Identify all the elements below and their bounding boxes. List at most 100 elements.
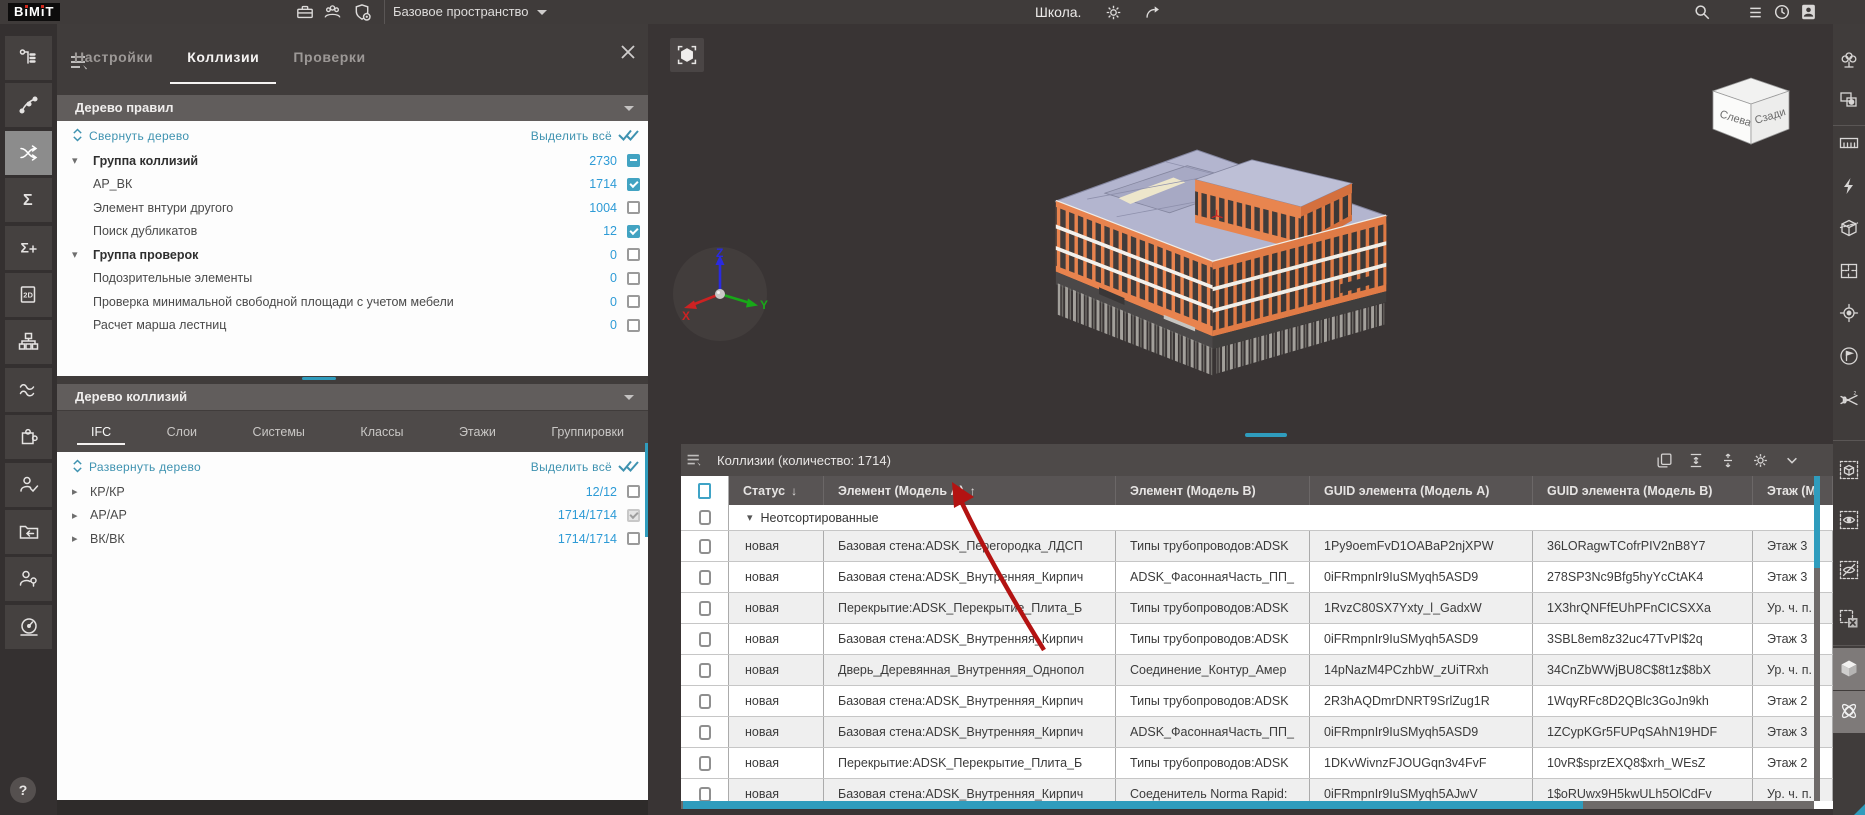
col-guid-a-header[interactable]: GUID элемента (Модель А) — [1310, 476, 1533, 505]
select-all-checkbox[interactable] — [698, 483, 711, 499]
section-cut-button[interactable]: 2 — [1839, 390, 1859, 410]
collapse-tree-link[interactable]: Свернуть дерево — [72, 128, 189, 143]
settings-gear-icon[interactable] — [1103, 3, 1123, 21]
node-checkbox[interactable] — [627, 509, 640, 522]
collisions-button[interactable] — [5, 131, 52, 175]
caret-icon[interactable]: ▸ — [72, 509, 90, 522]
rule-checkbox[interactable] — [627, 178, 640, 191]
group-row[interactable]: ▾Неотсортированные — [681, 505, 1833, 531]
rule-tree-row[interactable]: Элемент внтури другого1004 — [57, 196, 648, 220]
select-all-link[interactable]: Выделить всё — [531, 128, 640, 143]
table-row[interactable]: новаяБазовая стена:ADSK_Внутренняя_Кирпи… — [681, 686, 1833, 717]
table-row[interactable]: новаяБазовая стена:ADSK_Внутренняя_Кирпи… — [681, 717, 1833, 748]
rule-checkbox[interactable] — [627, 295, 640, 308]
building-model[interactable] — [1048, 120, 1401, 385]
col-checkbox-cell[interactable] — [681, 655, 729, 685]
collapse-panel-icon[interactable] — [1779, 448, 1805, 472]
caret-icon[interactable]: ▾ — [747, 511, 753, 524]
col-guid-b-header[interactable]: GUID элемента (Модель B) — [1533, 476, 1753, 505]
rule-checkbox[interactable] — [627, 272, 640, 285]
col-checkbox-cell[interactable] — [681, 686, 729, 716]
orbit-button[interactable] — [1839, 701, 1859, 721]
col-checkbox-header[interactable] — [681, 476, 729, 505]
copy-icon[interactable] — [1651, 448, 1677, 472]
bimit-logo[interactable]: BiMiT — [8, 3, 60, 21]
table-row[interactable]: новаяПерекрытие:ADSK_Перекрытие_Плита_БТ… — [681, 748, 1833, 779]
2d-view-button[interactable]: 2D — [5, 273, 52, 317]
vertical-scrollbar[interactable] — [1814, 476, 1820, 801]
hscroll-thumb[interactable] — [683, 801, 1583, 809]
col-checkbox-cell[interactable] — [681, 593, 729, 623]
tab-systems[interactable]: Системы — [239, 411, 319, 452]
view-cube-button[interactable] — [1839, 658, 1859, 678]
briefcase-icon[interactable] — [295, 3, 315, 21]
vscroll-thumb[interactable] — [1814, 476, 1820, 568]
team-icon[interactable] — [322, 3, 342, 21]
rule-tree-row[interactable]: АР_ВК1714 — [57, 173, 648, 197]
rule-checkbox[interactable] — [627, 201, 640, 214]
caret-icon[interactable]: ▸ — [72, 532, 90, 545]
expand-tree-link[interactable]: Развернуть дерево — [72, 459, 201, 474]
floor-plan-button[interactable] — [1839, 261, 1859, 281]
tree-plan-button[interactable] — [1839, 50, 1859, 70]
row-checkbox[interactable] — [699, 539, 711, 554]
table-resize-handle[interactable] — [1245, 433, 1287, 437]
table-settings-icon[interactable] — [1747, 448, 1773, 472]
rule-tree-row[interactable]: ▾Группа коллизий2730 — [57, 149, 648, 173]
graphs-button[interactable] — [5, 368, 52, 412]
node-select-button[interactable] — [5, 83, 52, 127]
user-location-button[interactable] — [5, 557, 52, 601]
table-row[interactable]: новаяБазовая стена:ADSK_Внутренняя_Кирпи… — [681, 779, 1833, 801]
col-checkbox-cell[interactable] — [681, 748, 729, 778]
sum-button[interactable]: Σ — [5, 178, 52, 222]
node-checkbox[interactable] — [627, 532, 640, 545]
row-checkbox[interactable] — [699, 725, 711, 740]
search-icon[interactable] — [1692, 3, 1712, 21]
viewport-3d[interactable]: Слева Сзади Z X Y Коллизии (количество: … — [648, 24, 1833, 815]
rule-tree-row[interactable]: Расчет марша лестниц0 — [57, 314, 648, 338]
node-checkbox[interactable] — [627, 485, 640, 498]
rule-tree-row[interactable]: Проверка минимальной свободной площади с… — [57, 290, 648, 314]
user-check-button[interactable] — [5, 463, 52, 507]
row-checkbox[interactable] — [699, 694, 711, 709]
corner-resize-icon[interactable] — [1854, 804, 1865, 815]
rule-checkbox[interactable] — [627, 319, 640, 332]
table-row[interactable]: новаяПерекрытие:ADSK_Перекрытие_Плита_БТ… — [681, 593, 1833, 624]
isolate-cube-button[interactable] — [1839, 460, 1859, 480]
horizontal-scrollbar[interactable] — [681, 801, 1814, 809]
navigation-cube[interactable]: Слева Сзади — [1706, 74, 1796, 146]
close-icon[interactable] — [620, 44, 636, 60]
account-icon[interactable] — [1798, 3, 1818, 21]
caret-icon[interactable]: ▸ — [72, 485, 90, 498]
tab-checks[interactable]: Проверки — [276, 24, 382, 90]
tab-floors[interactable]: Этажи — [445, 411, 510, 452]
rule-tree-row[interactable]: ▾Группа проверок0 — [57, 243, 648, 267]
chevron-down-icon[interactable] — [624, 106, 634, 111]
rule-checkbox[interactable] — [627, 248, 640, 261]
col-checkbox-cell[interactable] — [681, 779, 729, 801]
caret-icon[interactable]: ▾ — [72, 248, 93, 261]
row-checkbox[interactable] — [699, 632, 711, 647]
row-checkbox[interactable] — [699, 570, 711, 585]
axis-gizmo[interactable]: Z X Y — [670, 245, 774, 345]
row-checkbox[interactable] — [699, 510, 711, 525]
clear-selection-button[interactable] — [1839, 609, 1859, 629]
dashboard-button[interactable] — [5, 605, 52, 649]
table-row[interactable]: новаяБазовая стена:ADSK_Внутренняя_Кирпи… — [681, 624, 1833, 655]
row-height-icon[interactable] — [1715, 448, 1741, 472]
table-row[interactable]: новаяБазовая стена:ADSK_Перегородка_ЛДСП… — [681, 531, 1833, 562]
collision-tree-row[interactable]: ▸ВК/ВК1714/1714 — [57, 527, 648, 551]
shield-badge-icon[interactable] — [352, 3, 372, 21]
share-icon[interactable] — [1143, 3, 1163, 21]
structure-button[interactable] — [5, 320, 52, 364]
flash-button[interactable] — [1839, 176, 1859, 196]
history-icon[interactable] — [1772, 3, 1792, 21]
fit-height-icon[interactable] — [1683, 448, 1709, 472]
col-checkbox-cell[interactable] — [681, 562, 729, 592]
flag-button[interactable] — [1839, 346, 1859, 366]
col-element-b-header[interactable]: Элемент (Модель B) — [1116, 476, 1310, 505]
rule-tree-row[interactable]: Поиск дубликатов12 — [57, 220, 648, 244]
tab-layers[interactable]: Слои — [153, 411, 211, 452]
tab-collisions[interactable]: Коллизии — [170, 24, 276, 90]
ruler-button[interactable] — [1839, 133, 1859, 153]
